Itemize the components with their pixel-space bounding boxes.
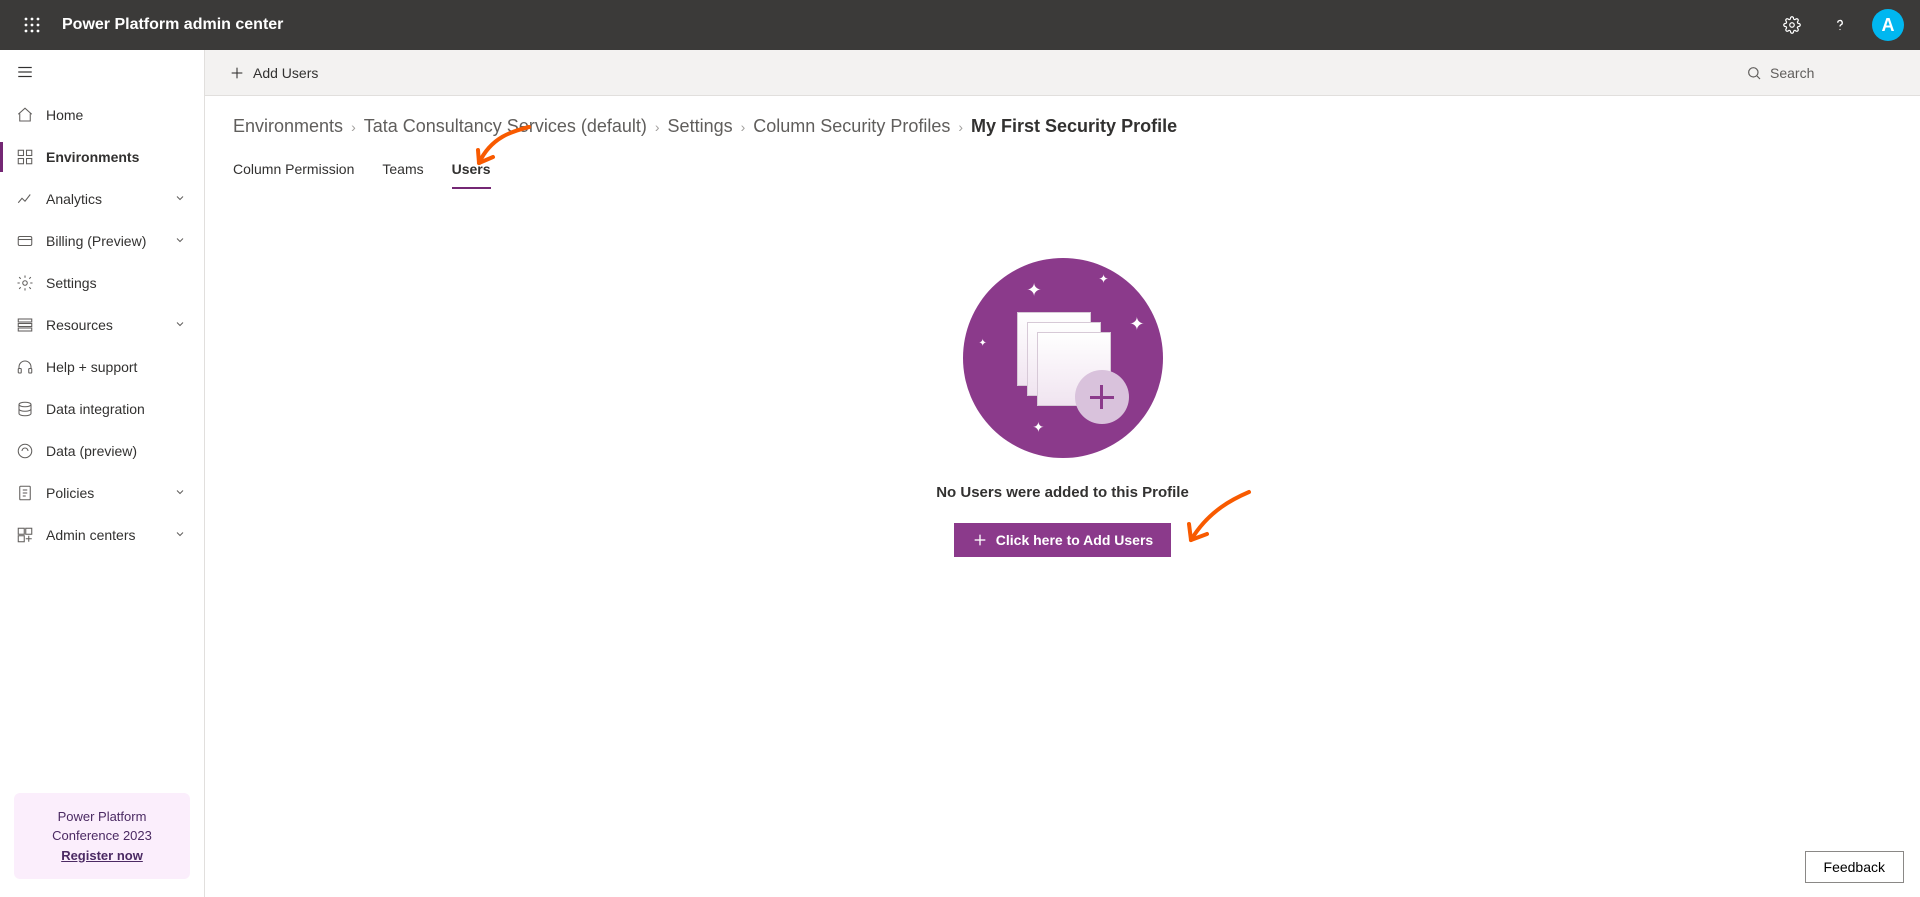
topbar: Power Platform admin center A: [0, 0, 1920, 50]
chevron-down-icon: [174, 527, 188, 543]
sidebar-item-resources[interactable]: Resources: [0, 304, 204, 346]
chevron-down-icon: [174, 233, 188, 249]
plus-badge-icon: [1075, 370, 1129, 424]
breadcrumb-item: My First Security Profile: [971, 116, 1177, 137]
breadcrumb-item[interactable]: Column Security Profiles: [753, 116, 950, 137]
topbar-title: Power Platform admin center: [56, 16, 283, 34]
sidebar-item-data-preview-[interactable]: Data (preview): [0, 430, 204, 472]
chevron-down-icon: [174, 485, 188, 501]
sidebar-item-label: Home: [46, 107, 188, 123]
analytics-icon: [16, 190, 34, 208]
empty-state-title: No Users were added to this Profile: [936, 484, 1189, 501]
sidebar-item-label: Analytics: [46, 191, 162, 207]
policies-icon: [16, 484, 34, 502]
data-prev-icon: [16, 442, 34, 460]
sidebar-item-billing-preview-[interactable]: Billing (Preview): [0, 220, 204, 262]
app-launcher-icon[interactable]: [8, 1, 56, 49]
promo-card: Power Platform Conference 2023 Register …: [14, 793, 190, 880]
add-users-label: Add Users: [253, 65, 318, 81]
sidebar-item-label: Data (preview): [46, 443, 188, 459]
sidebar-item-data-integration[interactable]: Data integration: [0, 388, 204, 430]
gear-icon: [16, 274, 34, 292]
breadcrumb-item[interactable]: Settings: [668, 116, 733, 137]
tab-column-permission[interactable]: Column Permission: [233, 155, 354, 189]
command-bar: Add Users Search: [205, 50, 1920, 96]
user-avatar[interactable]: A: [1872, 9, 1904, 41]
grid-icon: [16, 148, 34, 166]
breadcrumb-item[interactable]: Environments: [233, 116, 343, 137]
breadcrumb-separator-icon: ›: [741, 119, 746, 135]
sidebar-item-admin-centers[interactable]: Admin centers: [0, 514, 204, 556]
sidebar-item-label: Settings: [46, 275, 188, 291]
promo-line1: Power Platform: [24, 807, 180, 827]
add-users-button[interactable]: Add Users: [229, 50, 318, 95]
sidebar-item-environments[interactable]: Environments: [0, 136, 204, 178]
sidebar: Home Environments Analytics Billing (Previe…: [0, 50, 205, 897]
sidebar-item-label: Environments: [46, 149, 188, 165]
sidebar-item-help-support[interactable]: Help + support: [0, 346, 204, 388]
sidebar-item-label: Data integration: [46, 401, 188, 417]
sidebar-item-settings[interactable]: Settings: [0, 262, 204, 304]
sidebar-item-label: Billing (Preview): [46, 233, 162, 249]
settings-gear-icon[interactable]: [1768, 1, 1816, 49]
tabs: Column Permission Teams Users: [233, 155, 1892, 190]
empty-state: ✦ ✦ ✦ ✦ ✦ No Users were added to this Pr…: [233, 258, 1892, 557]
chevron-down-icon: [174, 317, 188, 333]
cta-label: Click here to Add Users: [996, 532, 1153, 548]
sidebar-item-label: Help + support: [46, 359, 188, 375]
sidebar-item-analytics[interactable]: Analytics: [0, 178, 204, 220]
sidebar-item-home[interactable]: Home: [0, 94, 204, 136]
breadcrumb-separator-icon: ›: [351, 119, 356, 135]
click-here-add-users-button[interactable]: Click here to Add Users: [954, 523, 1171, 557]
data-int-icon: [16, 400, 34, 418]
resources-icon: [16, 316, 34, 334]
tab-teams[interactable]: Teams: [382, 155, 423, 189]
sidebar-item-label: Resources: [46, 317, 162, 333]
search-box[interactable]: Search: [1746, 65, 1896, 81]
tab-users[interactable]: Users: [452, 155, 491, 189]
breadcrumb-separator-icon: ›: [958, 119, 963, 135]
billing-icon: [16, 232, 34, 250]
breadcrumb-separator-icon: ›: [655, 119, 660, 135]
admin-icon: [16, 526, 34, 544]
breadcrumb: Environments › Tata Consultancy Services (…: [233, 116, 1892, 137]
help-icon[interactable]: [1816, 1, 1864, 49]
empty-state-illustration: ✦ ✦ ✦ ✦ ✦: [963, 258, 1163, 458]
sidebar-item-label: Admin centers: [46, 527, 162, 543]
sidebar-item-policies[interactable]: Policies: [0, 472, 204, 514]
promo-register-link[interactable]: Register now: [24, 846, 180, 866]
sidebar-item-label: Policies: [46, 485, 162, 501]
home-icon: [16, 106, 34, 124]
promo-line2: Conference 2023: [24, 826, 180, 846]
headset-icon: [16, 358, 34, 376]
feedback-button[interactable]: Feedback: [1805, 851, 1904, 883]
annotation-arrow-cta: [1183, 488, 1253, 551]
sidebar-toggle[interactable]: [0, 50, 204, 94]
chevron-down-icon: [174, 191, 188, 207]
search-placeholder: Search: [1770, 65, 1814, 81]
breadcrumb-item[interactable]: Tata Consultancy Services (default): [364, 116, 647, 137]
